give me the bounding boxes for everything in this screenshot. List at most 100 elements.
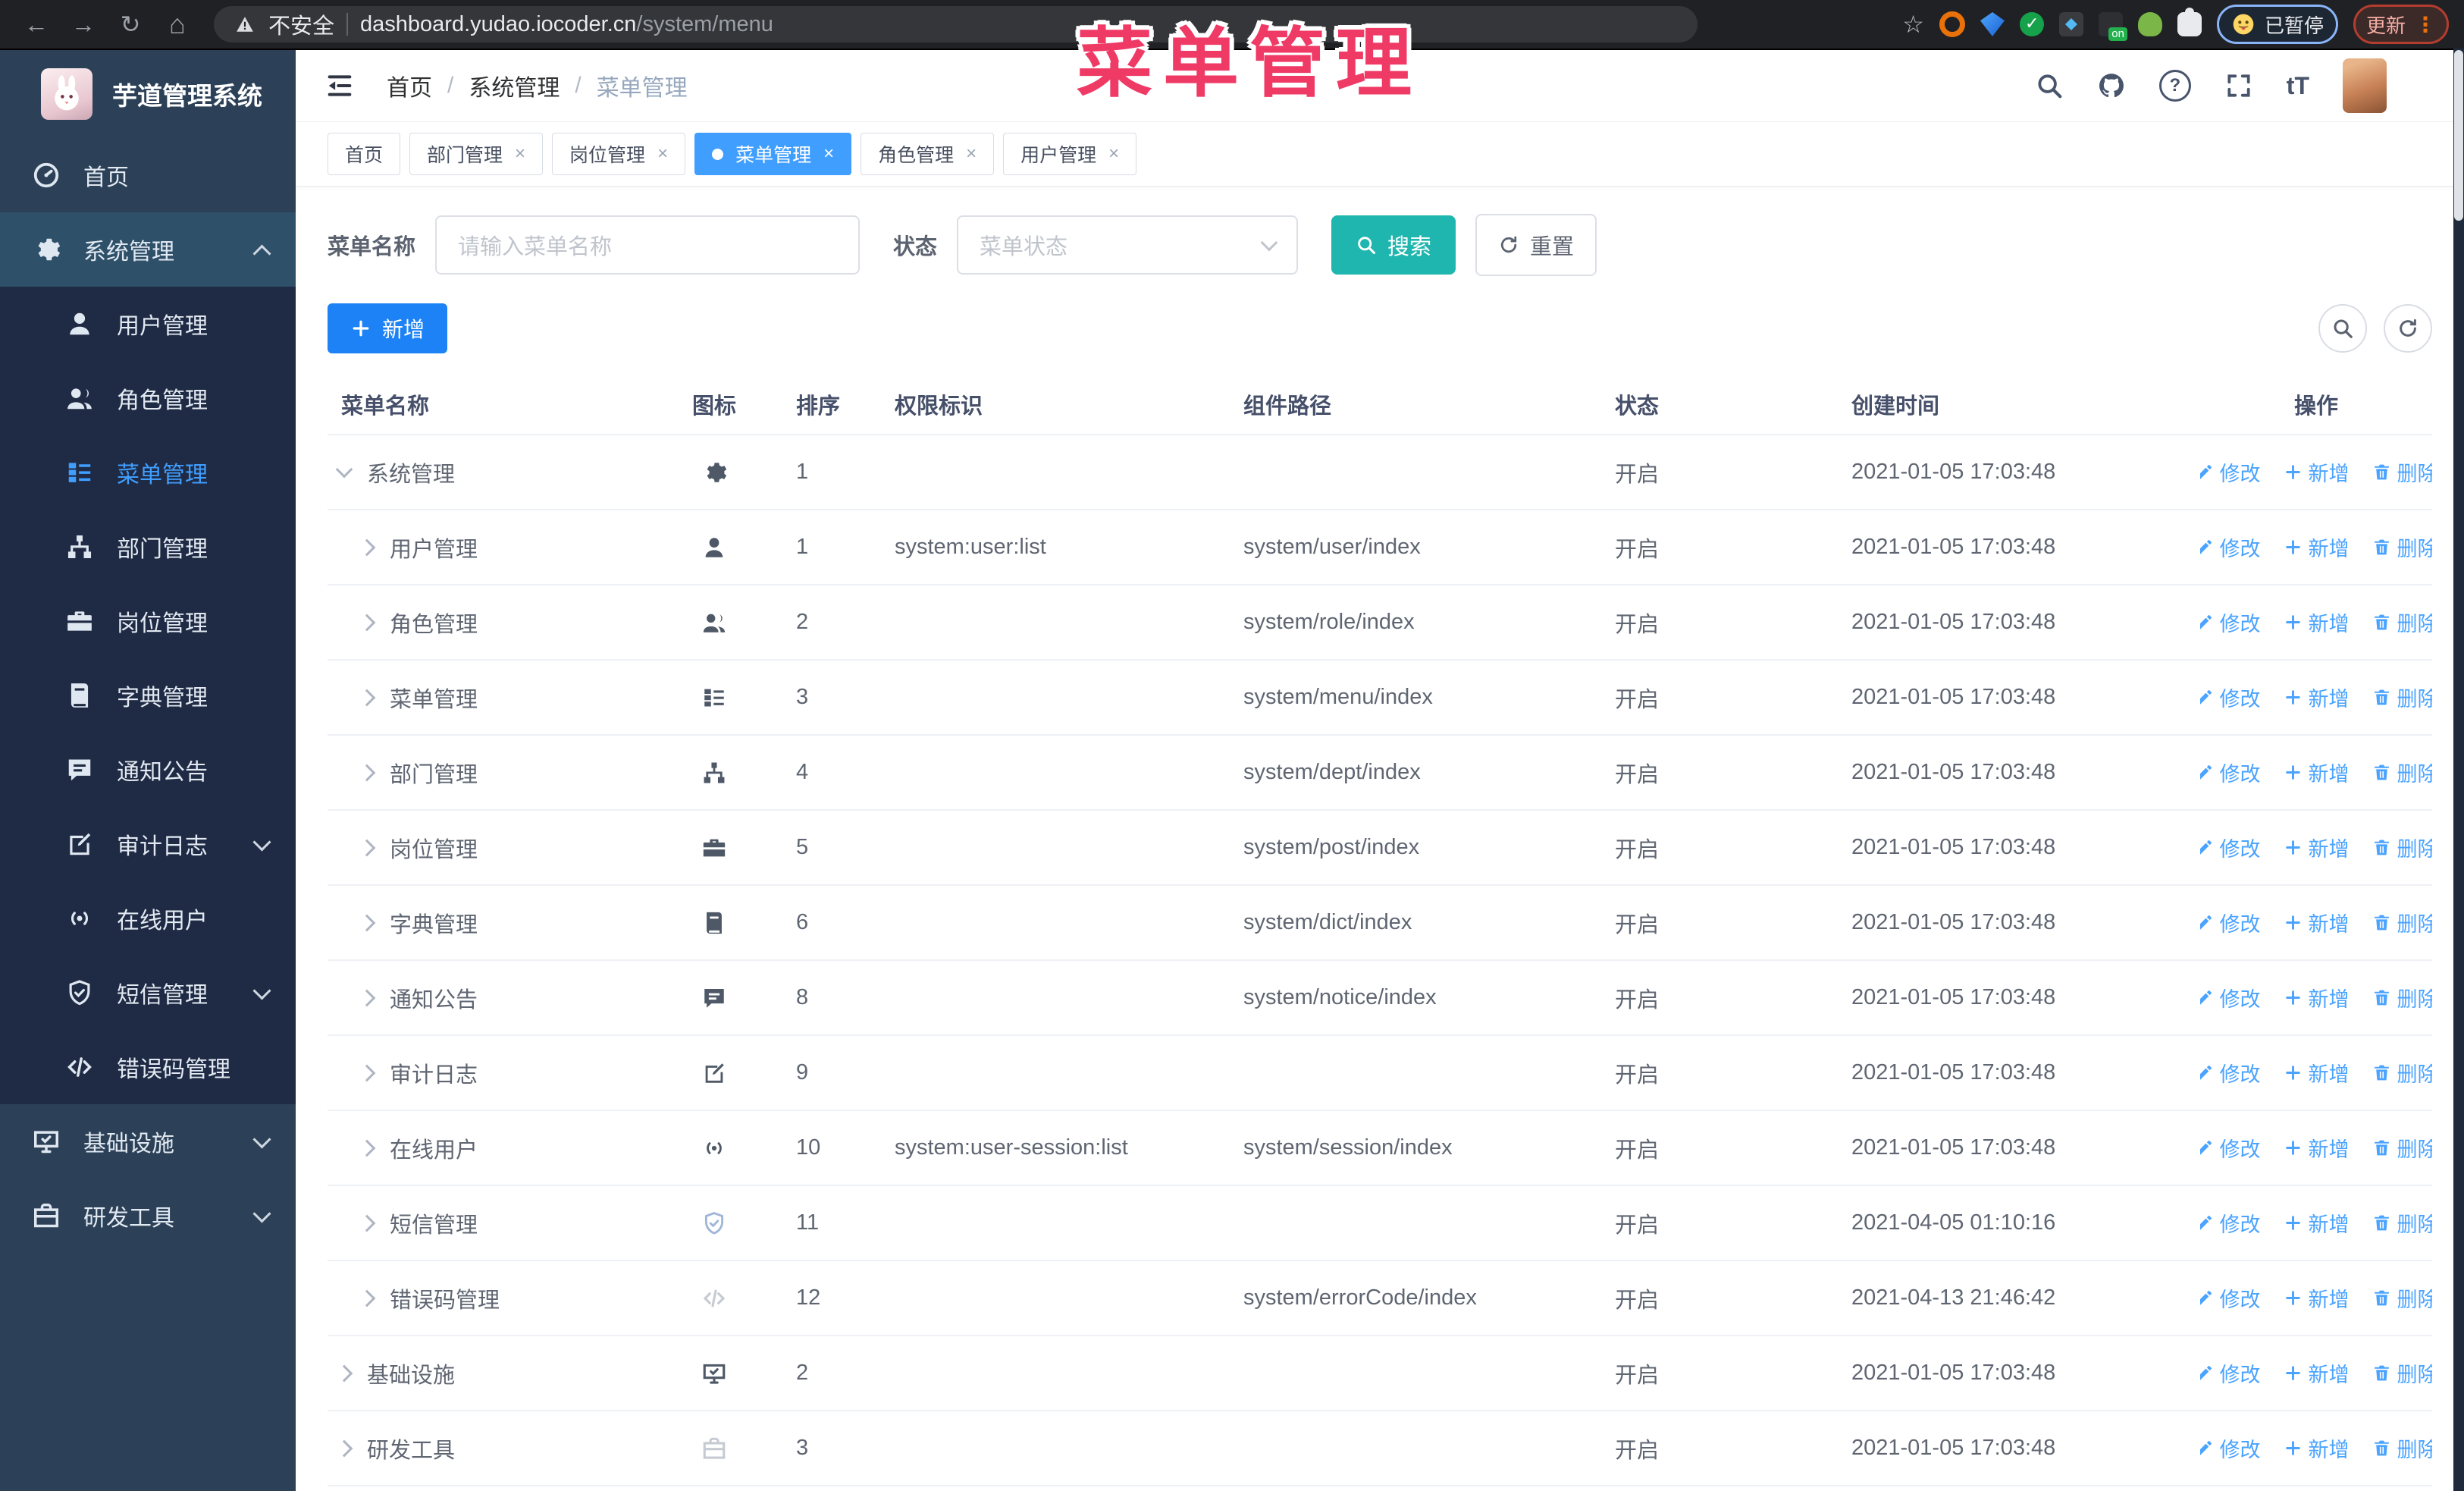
edit-link[interactable]: 修改 xyxy=(2200,457,2261,487)
delete-link[interactable]: 删除 xyxy=(2372,833,2432,862)
status-select[interactable]: 菜单状态 xyxy=(957,215,1299,275)
github-icon[interactable] xyxy=(2097,71,2126,100)
expand-chevron-icon[interactable] xyxy=(358,1289,376,1307)
delete-link[interactable]: 删除 xyxy=(2372,758,2432,787)
tag-dept[interactable]: 部门管理 xyxy=(409,133,544,175)
expand-chevron-icon[interactable] xyxy=(358,839,376,856)
edit-link[interactable]: 修改 xyxy=(2200,758,2261,787)
expand-chevron-icon[interactable] xyxy=(358,538,376,556)
extension-icon[interactable] xyxy=(1980,12,2005,36)
expand-chevron-icon[interactable] xyxy=(358,614,376,631)
table-row[interactable]: 审计日志 9 开启 2021-01-05 17:03:48 修改 新增 删除 xyxy=(328,1036,2432,1111)
delete-link[interactable]: 删除 xyxy=(2372,1283,2432,1313)
browser-forward-icon[interactable] xyxy=(62,2,105,47)
address-bar[interactable]: 不安全 dashboard.yudao.iocoder.cn/system/me… xyxy=(214,6,1698,42)
sidebar-item-error-code[interactable]: 错误码管理 xyxy=(0,1030,296,1104)
expand-chevron-icon[interactable] xyxy=(358,989,376,1006)
sidebar-item-home[interactable]: 首页 xyxy=(0,138,296,212)
edit-link[interactable]: 修改 xyxy=(2200,1433,2261,1463)
delete-link[interactable]: 删除 xyxy=(2372,1133,2432,1163)
expand-chevron-icon[interactable] xyxy=(358,1139,376,1157)
add-link[interactable]: 新增 xyxy=(2284,457,2350,487)
add-link[interactable]: 新增 xyxy=(2284,1208,2350,1238)
extensions-puzzle-icon[interactable] xyxy=(2177,8,2202,36)
tag-home[interactable]: 首页 xyxy=(328,133,401,175)
add-link[interactable]: 新增 xyxy=(2284,1358,2350,1388)
table-row[interactable]: 菜单管理 3 system/menu/index 开启 2021-01-05 1… xyxy=(328,661,2432,736)
sidebar-item-depts[interactable]: 部门管理 xyxy=(0,510,296,584)
bookmark-star-icon[interactable] xyxy=(1902,10,1924,39)
extension-icon[interactable] xyxy=(2058,12,2083,36)
delete-link[interactable]: 删除 xyxy=(2372,457,2432,487)
sidebar-item-online-users[interactable]: 在线用户 xyxy=(0,881,296,956)
expand-chevron-icon[interactable] xyxy=(335,1364,353,1382)
close-icon[interactable] xyxy=(823,145,834,163)
menu-name-input[interactable]: 请输入菜单名称 xyxy=(435,215,861,275)
delete-link[interactable]: 删除 xyxy=(2372,607,2432,637)
add-link[interactable]: 新增 xyxy=(2284,1433,2350,1463)
tag-menu-active[interactable]: 菜单管理 xyxy=(694,133,852,175)
close-icon[interactable] xyxy=(515,145,525,163)
close-icon[interactable] xyxy=(1108,145,1119,163)
add-link[interactable]: 新增 xyxy=(2284,908,2350,937)
tag-role[interactable]: 角色管理 xyxy=(861,133,995,175)
browser-menu-icon[interactable] xyxy=(2415,12,2436,37)
table-row[interactable]: 岗位管理 5 system/post/index 开启 2021-01-05 1… xyxy=(328,811,2432,886)
page-scrollbar[interactable] xyxy=(2453,49,2464,1491)
add-link[interactable]: 新增 xyxy=(2284,683,2350,712)
close-icon[interactable] xyxy=(966,145,977,163)
table-row[interactable]: 通知公告 8 system/notice/index 开启 2021-01-05… xyxy=(328,961,2432,1036)
delete-link[interactable]: 删除 xyxy=(2372,1358,2432,1388)
sidebar-item-sms[interactable]: 短信管理 xyxy=(0,956,296,1030)
table-row[interactable]: 基础设施 2 开启 2021-01-05 17:03:48 修改 新增 删除 xyxy=(328,1336,2432,1411)
expand-chevron-icon[interactable] xyxy=(335,460,353,478)
edit-link[interactable]: 修改 xyxy=(2200,532,2261,562)
add-button[interactable]: 新增 xyxy=(328,303,448,353)
add-link[interactable]: 新增 xyxy=(2284,983,2350,1012)
expand-chevron-icon[interactable] xyxy=(358,1214,376,1232)
app-logo[interactable]: 芋道管理系统 xyxy=(0,50,296,138)
table-row[interactable]: 用户管理 1 system:user:list system/user/inde… xyxy=(328,510,2432,585)
edit-link[interactable]: 修改 xyxy=(2200,1358,2261,1388)
delete-link[interactable]: 删除 xyxy=(2372,683,2432,712)
close-icon[interactable] xyxy=(657,145,668,163)
delete-link[interactable]: 删除 xyxy=(2372,908,2432,937)
table-row[interactable]: 短信管理 11 开启 2021-04-05 01:10:16 修改 新增 删除 xyxy=(328,1186,2432,1261)
user-avatar[interactable] xyxy=(2343,58,2387,113)
table-row[interactable]: 部门管理 4 system/dept/index 开启 2021-01-05 1… xyxy=(328,736,2432,811)
reset-button[interactable]: 重置 xyxy=(1475,214,1597,276)
font-size-icon[interactable] xyxy=(2287,72,2309,100)
browser-back-icon[interactable] xyxy=(15,2,58,47)
table-row[interactable]: 角色管理 2 system/role/index 开启 2021-01-05 1… xyxy=(328,585,2432,661)
expand-chevron-icon[interactable] xyxy=(358,689,376,706)
sidebar-item-system[interactable]: 系统管理 xyxy=(0,212,296,287)
sidebar-item-audit-log[interactable]: 审计日志 xyxy=(0,807,296,881)
extension-icon[interactable] xyxy=(2137,12,2162,36)
scrollbar-thumb[interactable] xyxy=(2454,50,2463,221)
paused-extension-badge[interactable]: 已暂停 xyxy=(2216,5,2338,44)
delete-link[interactable]: 删除 xyxy=(2372,1058,2432,1088)
expand-chevron-icon[interactable] xyxy=(335,1439,353,1457)
delete-link[interactable]: 删除 xyxy=(2372,1433,2432,1463)
add-link[interactable]: 新增 xyxy=(2284,1133,2350,1163)
edit-link[interactable]: 修改 xyxy=(2200,833,2261,862)
sidebar-item-roles[interactable]: 角色管理 xyxy=(0,361,296,435)
sidebar-item-dev-tools[interactable]: 研发工具 xyxy=(0,1179,296,1253)
add-link[interactable]: 新增 xyxy=(2284,532,2350,562)
edit-link[interactable]: 修改 xyxy=(2200,607,2261,637)
fullscreen-icon[interactable] xyxy=(2224,71,2253,100)
delete-link[interactable]: 删除 xyxy=(2372,1208,2432,1238)
browser-home-icon[interactable] xyxy=(156,2,199,48)
browser-update-button[interactable]: 更新 xyxy=(2353,5,2449,44)
browser-reload-icon[interactable] xyxy=(109,2,152,47)
add-link[interactable]: 新增 xyxy=(2284,833,2350,862)
refresh-table-button[interactable] xyxy=(2384,304,2432,353)
add-link[interactable]: 新增 xyxy=(2284,758,2350,787)
sidebar-fold-icon[interactable] xyxy=(323,71,356,101)
expand-chevron-icon[interactable] xyxy=(358,1064,376,1081)
delete-link[interactable]: 删除 xyxy=(2372,983,2432,1012)
expand-chevron-icon[interactable] xyxy=(358,914,376,931)
extension-icon[interactable] xyxy=(2019,12,2044,36)
sidebar-item-users[interactable]: 用户管理 xyxy=(0,287,296,361)
add-link[interactable]: 新增 xyxy=(2284,1058,2350,1088)
